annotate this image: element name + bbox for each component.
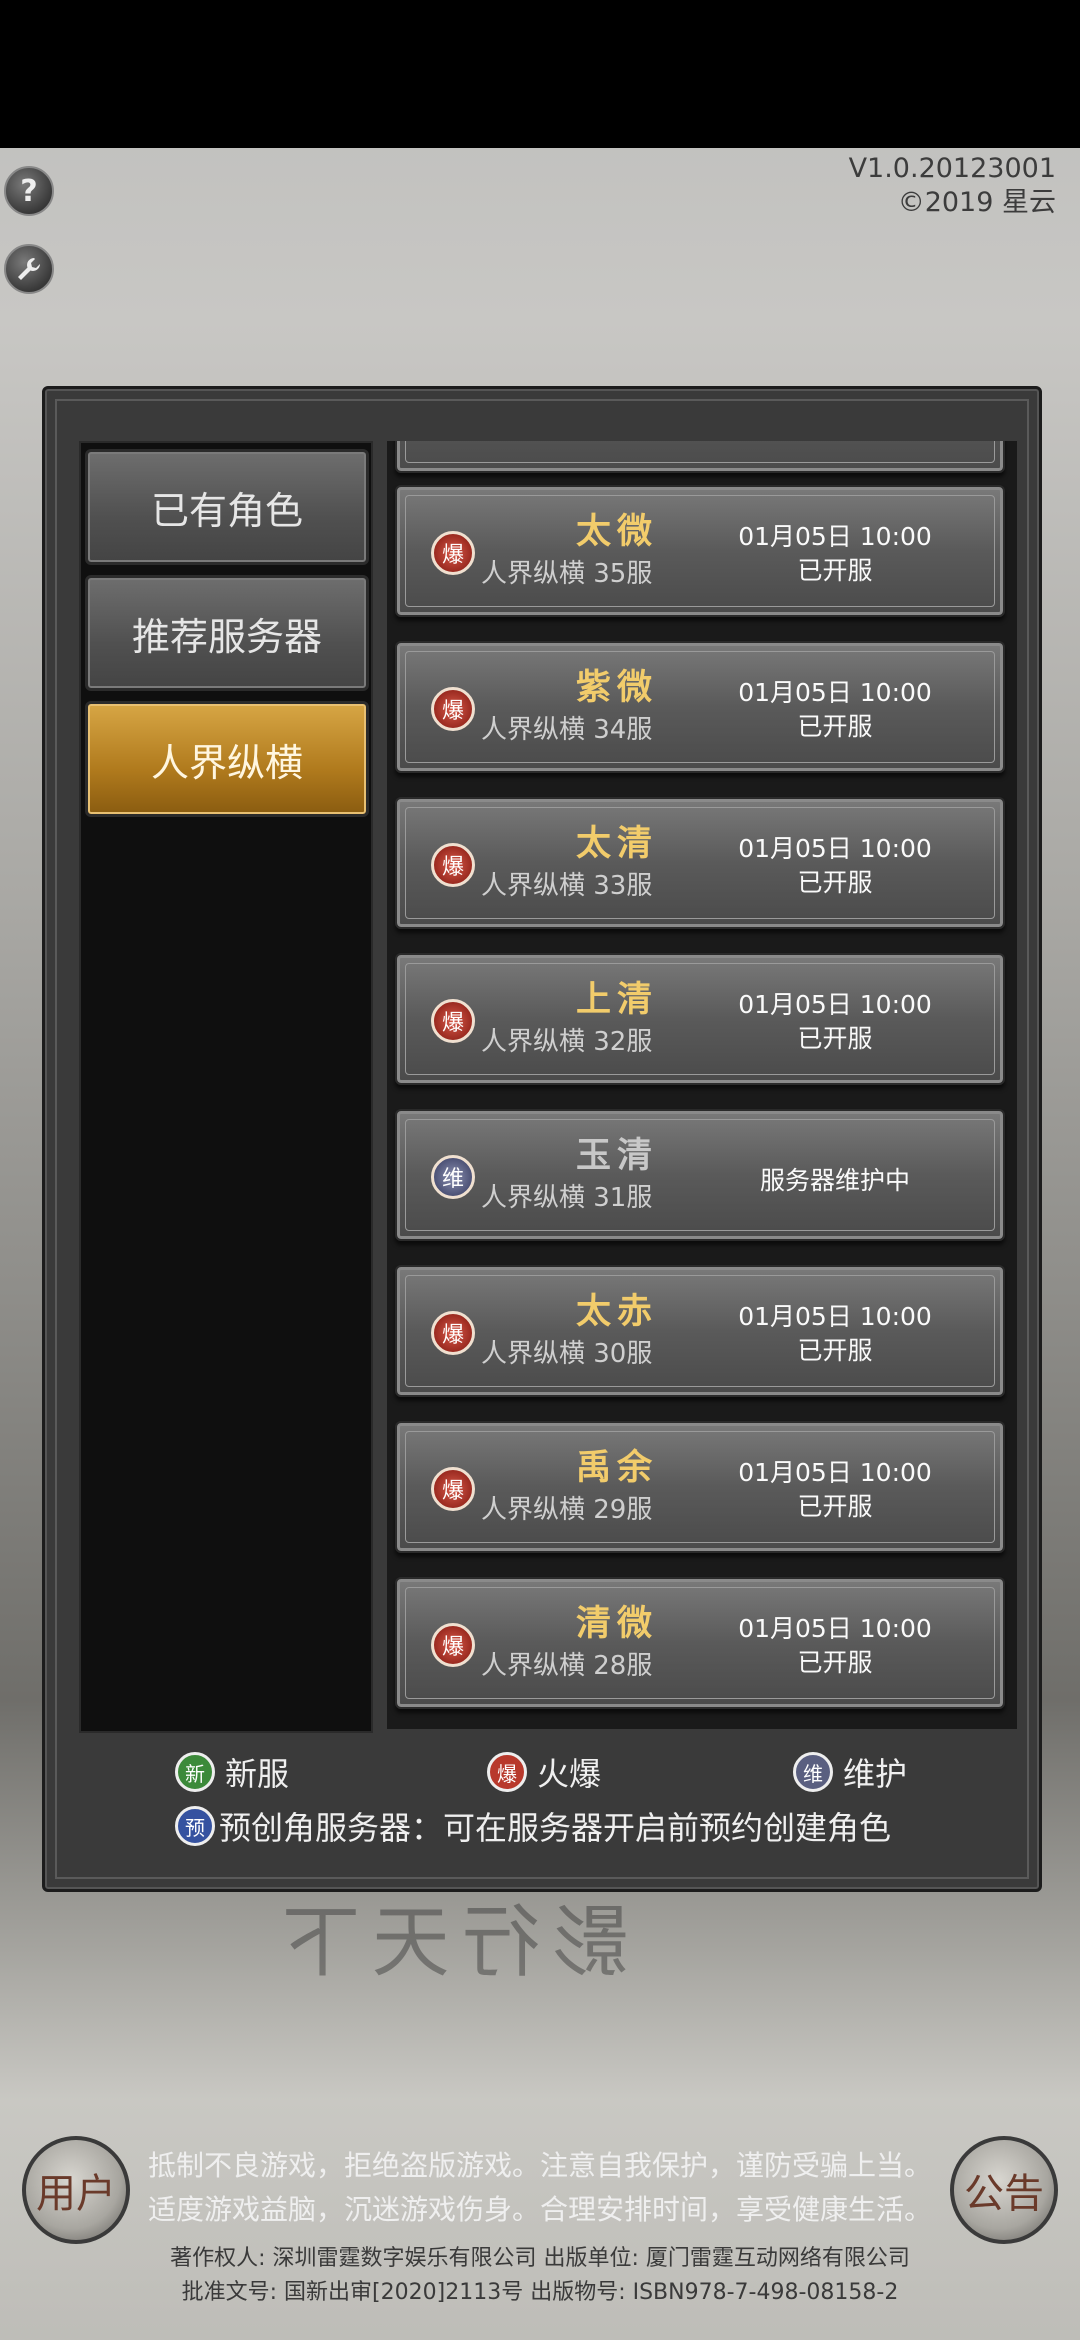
- server-number: 人界纵横 28服: [481, 1651, 653, 1681]
- version-number: V1.0.20123001: [848, 153, 1056, 184]
- hot-badge-icon: 爆: [431, 843, 475, 887]
- hot-badge-icon: 爆: [431, 531, 475, 575]
- open-date: 01月05日 10:00: [738, 1302, 932, 1331]
- version-info: V1.0.20123001 ©2019 星云: [849, 152, 1056, 220]
- server-row[interactable]: 爆 上清 人界纵横 32服 01月05日 10:00 已开服: [395, 953, 1005, 1085]
- tab-renjie-zongheng[interactable]: 人界纵横: [85, 701, 369, 817]
- open-date: 01月05日 10:00: [738, 834, 932, 863]
- legend-label: 新服: [225, 1755, 290, 1793]
- server-name: 太赤: [575, 1291, 658, 1332]
- tab-existing-roles[interactable]: 已有角色: [85, 449, 369, 565]
- legend-label: 火爆: [537, 1755, 602, 1793]
- server-category-list: 已有角色 推荐服务器 人界纵横: [79, 441, 373, 1733]
- tab-label: 推荐服务器: [131, 614, 322, 659]
- hot-badge-icon: 爆: [431, 1623, 475, 1667]
- legend-maintenance: 维 维护: [793, 1749, 907, 1795]
- status-bar: [0, 0, 1080, 148]
- server-status: 已开服: [797, 1648, 873, 1677]
- server-number: 人界纵横 34服: [481, 715, 653, 745]
- approval-number: 批准文号: 国新出审[2020]2113号 出版物号: ISBN978-7-49…: [181, 2280, 899, 2305]
- hot-badge-icon: 爆: [431, 687, 475, 731]
- settings-button[interactable]: [4, 244, 54, 294]
- health-notice-line2: 适度游戏益脑，沉迷游戏伤身。合理安排时间，享受健康生活。: [147, 2193, 932, 2226]
- hot-badge-icon: 爆: [431, 1311, 475, 1355]
- open-date: 01月05日 10:00: [738, 522, 932, 551]
- copyright-holder: 著作权人: 深圳雷霆数字娱乐有限公司 出版单位: 厦门雷霆互动网络有限公司: [170, 2246, 910, 2271]
- server-status: 服务器维护中: [759, 1166, 910, 1195]
- precreate-badge-icon: 预: [175, 1806, 215, 1846]
- hot-badge-icon: 爆: [431, 999, 475, 1043]
- server-name: 禹余: [575, 1447, 658, 1488]
- server-row[interactable]: 爆 清微 人界纵横 28服 01月05日 10:00 已开服: [395, 1577, 1005, 1709]
- legend-precreate: 预 预创角服务器：可在服务器开启前预约创建角色: [175, 1803, 891, 1849]
- legend-hot: 爆 火爆: [487, 1749, 601, 1795]
- server-number: 人界纵横 31服: [481, 1183, 653, 1213]
- open-date: 01月05日 10:00: [738, 1458, 932, 1487]
- server-row[interactable]: 爆 禹余 人界纵横 29服 01月05日 10:00 已开服: [395, 1421, 1005, 1553]
- server-number: 人界纵横 33服: [481, 871, 653, 901]
- server-name: 紫微: [575, 667, 658, 708]
- tab-label: 人界纵横: [150, 740, 303, 785]
- question-icon: ?: [20, 173, 38, 209]
- help-button[interactable]: ?: [4, 166, 54, 216]
- server-row-partial[interactable]: [395, 441, 1005, 473]
- open-date: 01月05日 10:00: [738, 990, 932, 1019]
- server-name: 太微: [575, 511, 658, 552]
- open-date: 01月05日 10:00: [738, 678, 932, 707]
- server-row[interactable]: 爆 太赤 人界纵横 30服 01月05日 10:00 已开服: [395, 1265, 1005, 1397]
- server-status: 已开服: [797, 1024, 873, 1053]
- logo-watermark: 影行天下: [270, 1898, 631, 1988]
- server-name: 玉清: [575, 1135, 658, 1176]
- server-name: 清微: [575, 1603, 658, 1644]
- maintenance-badge-icon: 维: [793, 1752, 833, 1792]
- server-number: 人界纵横 32服: [481, 1027, 653, 1057]
- server-name: 太清: [575, 823, 658, 864]
- hot-badge-icon: 爆: [487, 1752, 527, 1792]
- server-row[interactable]: 爆 太清 人界纵横 33服 01月05日 10:00 已开服: [395, 797, 1005, 929]
- server-row[interactable]: 爆 紫微 人界纵横 34服 01月05日 10:00 已开服: [395, 641, 1005, 773]
- server-name: 上清: [575, 979, 658, 1020]
- server-row[interactable]: 爆 太微 人界纵横 35服 01月05日 10:00 已开服: [395, 485, 1005, 617]
- new-badge-icon: 新: [175, 1752, 215, 1792]
- server-status: 已开服: [797, 1336, 873, 1365]
- hot-badge-icon: 爆: [431, 1467, 475, 1511]
- server-status: 已开服: [797, 712, 873, 741]
- server-select-panel: 已有角色 推荐服务器 人界纵横 爆 太微 人界纵横 35服 01月05日 10:…: [42, 386, 1042, 1892]
- health-notice: 抵制不良游戏，拒绝盗版游戏。注意自我保护，谨防受骗上当。 适度游戏益脑，沉迷游戏…: [0, 2144, 1080, 2232]
- server-number: 人界纵横 29服: [481, 1495, 653, 1525]
- server-number: 人界纵横 30服: [481, 1339, 653, 1369]
- server-number: 人界纵横 35服: [481, 559, 653, 589]
- open-date: 01月05日 10:00: [738, 1614, 932, 1643]
- maintenance-badge-icon: 维: [431, 1155, 475, 1199]
- tab-recommended-servers[interactable]: 推荐服务器: [85, 575, 369, 691]
- health-notice-line1: 抵制不良游戏，拒绝盗版游戏。注意自我保护，谨防受骗上当。: [147, 2149, 932, 2182]
- tab-label: 已有角色: [150, 488, 303, 533]
- publisher-info: 著作权人: 深圳雷霆数字娱乐有限公司 出版单位: 厦门雷霆互动网络有限公司 批准…: [0, 2242, 1080, 2310]
- legend-new: 新 新服: [175, 1749, 289, 1795]
- server-status: 已开服: [797, 1492, 873, 1521]
- server-status: 已开服: [797, 556, 873, 585]
- server-row[interactable]: 维 玉清 人界纵横 31服 服务器维护中: [395, 1109, 1005, 1241]
- legend-label: 预创角服务器：可在服务器开启前预约创建角色: [219, 1809, 892, 1847]
- copyright: ©2019 星云: [897, 187, 1056, 218]
- legend-label: 维护: [843, 1755, 908, 1793]
- wrench-icon: [18, 258, 40, 280]
- server-status: 已开服: [797, 868, 873, 897]
- server-list[interactable]: 爆 太微 人界纵横 35服 01月05日 10:00 已开服 爆 紫微 人界纵横…: [387, 441, 1017, 1729]
